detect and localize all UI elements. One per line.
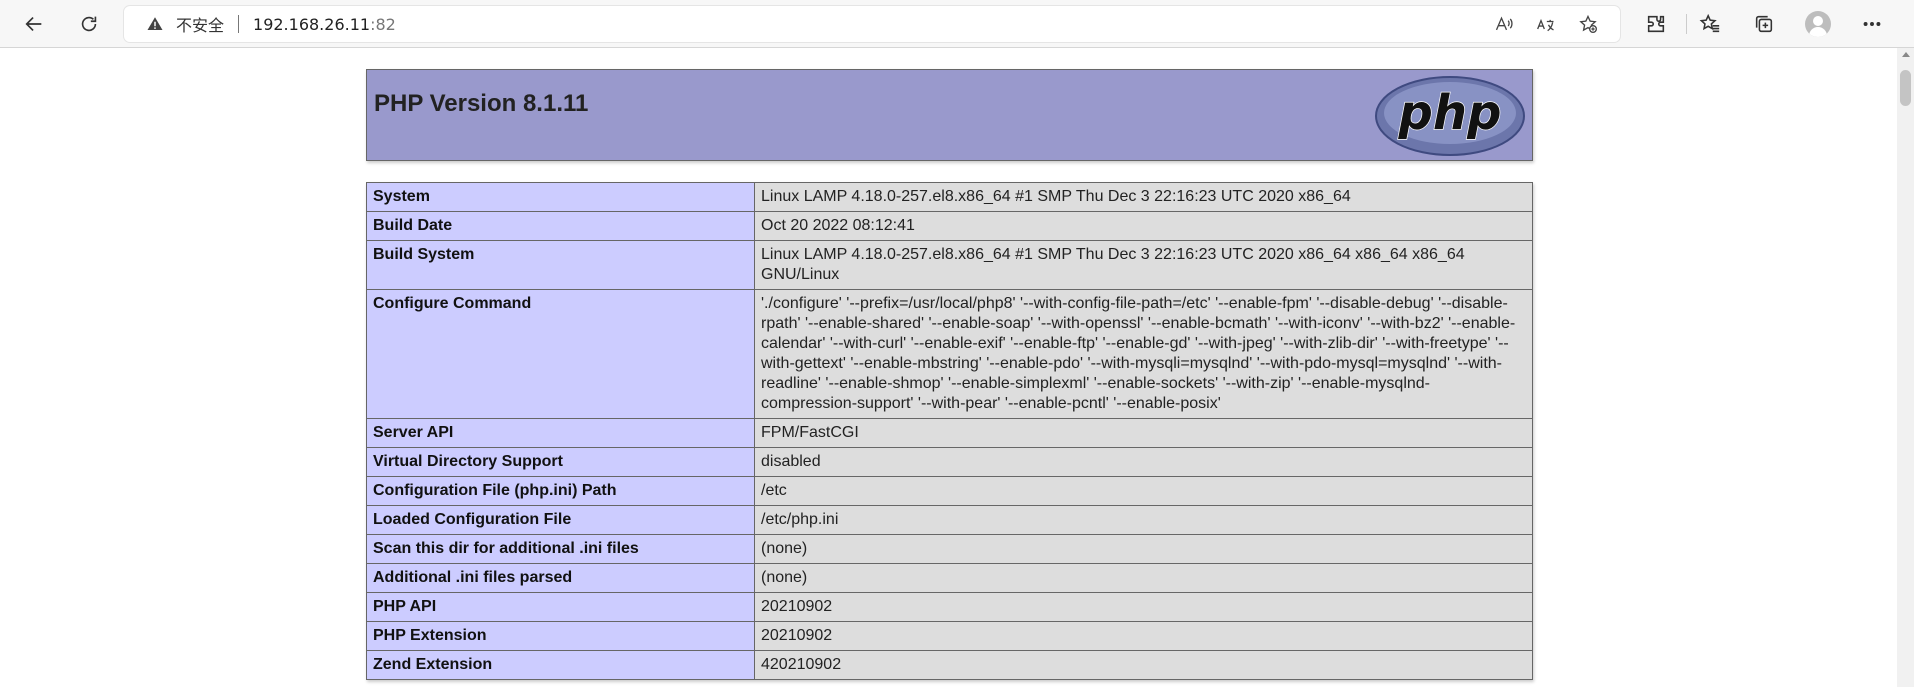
page-title: PHP Version 8.1.11 [374, 90, 589, 117]
row-value: (none) [754, 563, 1533, 593]
table-row: System Linux LAMP 4.18.0-257.el8.x86_64 #… [366, 182, 1533, 212]
row-key: Build Date [366, 211, 755, 241]
scroll-thumb[interactable] [1900, 70, 1911, 106]
warning-icon[interactable] [146, 14, 166, 34]
address-divider [238, 15, 240, 33]
row-key: Additional .ini files parsed [366, 563, 755, 593]
scroll-up-arrow-icon[interactable] [1902, 52, 1910, 57]
php-info-table: System Linux LAMP 4.18.0-257.el8.x86_64 #… [366, 182, 1533, 680]
more-icon [1863, 22, 1881, 26]
browser-toolbar: 不安全 192.168.26.11:82 [0, 0, 1914, 48]
row-key: Scan this dir for additional .ini files [366, 534, 755, 564]
row-value: (none) [754, 534, 1533, 564]
table-row: Build Date Oct 20 2022 08:12:41 [366, 211, 1533, 241]
row-key: Virtual Directory Support [366, 447, 755, 477]
row-key: PHP Extension [366, 621, 755, 651]
row-key: Zend Extension [366, 650, 755, 680]
more-button[interactable] [1856, 8, 1888, 40]
row-value: Linux LAMP 4.18.0-257.el8.x86_64 #1 SMP … [754, 240, 1533, 290]
url-port: :82 [370, 14, 396, 34]
favorites-button[interactable] [1694, 8, 1726, 40]
table-row: Zend Extension 420210902 [366, 650, 1533, 680]
row-key: Build System [366, 240, 755, 290]
table-row: Additional .ini files parsed (none) [366, 563, 1533, 593]
back-icon [25, 16, 42, 32]
row-key: Configure Command [366, 289, 755, 419]
address-bar[interactable]: 不安全 192.168.26.11:82 [124, 6, 1620, 42]
translate-button[interactable] [1532, 10, 1560, 38]
row-key: PHP API [366, 592, 755, 622]
add-favorite-button[interactable] [1574, 10, 1602, 38]
row-value: './configure' '--prefix=/usr/local/php8'… [754, 289, 1533, 419]
row-value: disabled [754, 447, 1533, 477]
row-value: 20210902 [754, 592, 1533, 622]
profile-avatar [1805, 11, 1831, 37]
row-value: Oct 20 2022 08:12:41 [754, 211, 1533, 241]
favorite-add-icon [1579, 14, 1597, 33]
table-row: Server API FPM/FastCGI [366, 418, 1533, 448]
vertical-scrollbar[interactable] [1897, 48, 1914, 687]
row-key: Configuration File (php.ini) Path [366, 476, 755, 506]
table-row: Scan this dir for additional .ini files(… [366, 534, 1533, 564]
table-row: Build System Linux LAMP 4.18.0-257.el8.x8… [366, 240, 1533, 290]
table-row: PHP API 20210902 [366, 592, 1533, 622]
collections-icon [1755, 15, 1773, 33]
row-value: 20210902 [754, 621, 1533, 651]
table-row: Loaded Configuration File/etc/php.ini [366, 505, 1533, 535]
read-aloud-button[interactable] [1490, 10, 1518, 38]
favorites-icon [1699, 13, 1720, 33]
row-value: FPM/FastCGI [754, 418, 1533, 448]
url-host: 192.168.26.11 [253, 14, 371, 34]
read-aloud-icon [1495, 16, 1513, 31]
extensions-icon [1647, 15, 1665, 33]
row-key: Loaded Configuration File [366, 505, 755, 535]
row-key: Server API [366, 418, 755, 448]
extensions-button[interactable] [1640, 8, 1672, 40]
profile-button[interactable] [1802, 8, 1834, 40]
row-key: System [366, 182, 755, 212]
phpinfo-page: PHP Version 8.1.11 php System Linux LAMP … [366, 69, 1533, 680]
translate-icon [1537, 18, 1554, 32]
row-value: /etc/php.ini [754, 505, 1533, 535]
address-bar-actions [1490, 10, 1602, 38]
collections-button[interactable] [1748, 8, 1780, 40]
php-version-header: PHP Version 8.1.11 php [366, 69, 1533, 161]
security-label[interactable]: 不安全 [176, 12, 224, 36]
table-row: Virtual Directory Support disabled [366, 447, 1533, 477]
table-row: PHP Extension 20210902 [366, 621, 1533, 651]
row-value: /etc [754, 476, 1533, 506]
php-logo[interactable]: php [1374, 75, 1526, 157]
table-row: Configuration File (php.ini) Path/etc [366, 476, 1533, 506]
refresh-icon [81, 16, 97, 32]
refresh-button[interactable] [73, 8, 105, 40]
row-value: 420210902 [754, 650, 1533, 680]
php-logo-text: php [1398, 85, 1502, 141]
row-value: Linux LAMP 4.18.0-257.el8.x86_64 #1 SMP … [754, 182, 1533, 212]
back-button[interactable] [18, 8, 50, 40]
browser-actions [1640, 8, 1910, 40]
url-text[interactable]: 192.168.26.11:82 [253, 15, 396, 34]
table-row: Configure Command './configure' '--prefix… [366, 289, 1533, 419]
